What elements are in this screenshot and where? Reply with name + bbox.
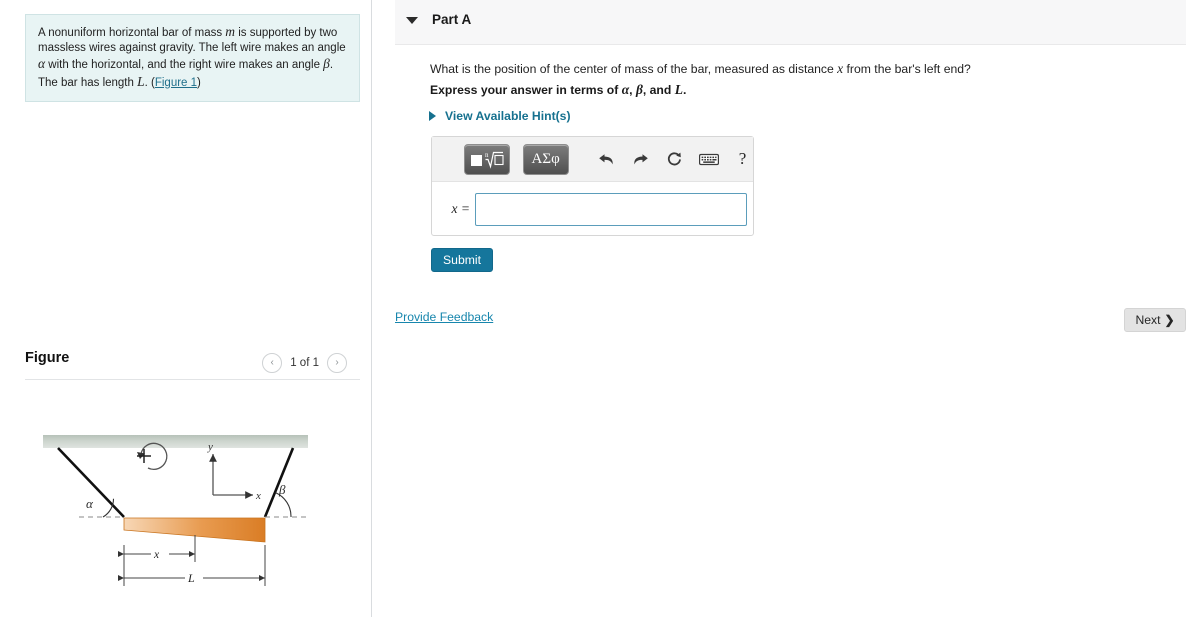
- page-root: A nonuniform horizontal bar of mass m is…: [0, 0, 1200, 617]
- greek-symbols-button[interactable]: ΑΣφ: [522, 143, 569, 175]
- symbol-m: m: [225, 24, 236, 39]
- express-answer-instruction: Express your answer in terms of α, β, an…: [430, 81, 1160, 99]
- part-title: Part A: [432, 12, 472, 27]
- problem-statement: A nonuniform horizontal bar of mass m is…: [25, 14, 360, 102]
- question-text-main: What is the position of the center of ma…: [430, 62, 838, 76]
- figure-header-divider: [25, 379, 360, 380]
- submit-button[interactable]: Submit: [431, 248, 493, 272]
- symbol-L: L: [137, 73, 145, 89]
- problem-text-6: ): [197, 76, 201, 89]
- redo-arrow-icon[interactable]: [630, 147, 651, 171]
- provide-feedback-link[interactable]: Provide Feedback: [395, 310, 493, 324]
- problem-text-1: A nonuniform horizontal bar of mass: [38, 27, 226, 39]
- figure-prev-button[interactable]: ‹: [262, 353, 283, 373]
- column-divider: [371, 0, 372, 617]
- left-column: A nonuniform horizontal bar of mass m is…: [0, 0, 371, 617]
- coordinate-axes: y x: [207, 441, 261, 502]
- figure-title: Figure: [25, 350, 70, 366]
- caret-down-icon[interactable]: [406, 17, 418, 24]
- nth-root-icon: n: [470, 151, 504, 169]
- part-a-header[interactable]: Part A: [395, 0, 1186, 45]
- ceiling-support: [43, 435, 308, 448]
- figure-panel-header: Figure ‹ 1 of 1 ›: [25, 350, 360, 380]
- bar-wires-diagram-svg: y x α β x L: [43, 435, 310, 586]
- svg-text:L: L: [187, 571, 195, 585]
- express-symbol-L: L: [674, 82, 683, 97]
- answer-toolbar: n ΑΣφ ?: [432, 137, 753, 182]
- question-text-tail: from the bar's left end?: [843, 62, 971, 76]
- answer-input[interactable]: [475, 192, 747, 226]
- chevron-right-icon: ❯: [1164, 313, 1175, 327]
- answer-entry-row: x =: [432, 182, 753, 236]
- answer-widget: n ΑΣφ ? x =: [431, 136, 754, 236]
- express-prefix: Express your answer in terms of: [430, 83, 622, 97]
- alpha-label: α: [86, 496, 94, 511]
- figure-diagram: y x α β x L: [25, 390, 360, 605]
- express-and: , and: [642, 83, 675, 97]
- reset-circular-arrow-icon[interactable]: [664, 147, 685, 171]
- help-icon[interactable]: ?: [732, 147, 753, 171]
- view-hints-toggle[interactable]: View Available Hint(s): [429, 109, 571, 123]
- next-button[interactable]: Next ❯: [1124, 308, 1186, 332]
- svg-text:x: x: [153, 549, 160, 561]
- keyboard-icon[interactable]: [698, 147, 719, 171]
- svg-text:n: n: [485, 151, 489, 159]
- math-template-button[interactable]: n: [464, 143, 510, 175]
- axis-x-label: x: [255, 490, 261, 502]
- question-text: What is the position of the center of ma…: [430, 60, 1160, 78]
- figure-pager-label: 1 of 1: [290, 357, 319, 369]
- dimension-x: x: [118, 535, 196, 562]
- express-symbol-beta: β: [635, 82, 643, 97]
- beta-label: β: [278, 482, 286, 497]
- problem-text-5: . (: [144, 76, 155, 89]
- symbol-beta: β: [323, 56, 330, 72]
- express-period: .: [682, 83, 687, 97]
- answer-prefix-label: x =: [451, 201, 470, 216]
- undo-arrow-icon[interactable]: [596, 147, 617, 171]
- figure-next-button[interactable]: ›: [327, 353, 347, 373]
- express-comma: ,: [629, 83, 636, 97]
- view-hints-label: View Available Hint(s): [445, 109, 571, 123]
- next-button-label: Next: [1135, 313, 1161, 327]
- problem-text-3: with the horizontal, and the right wire …: [45, 59, 324, 72]
- figure-pager: ‹ 1 of 1 ›: [262, 353, 347, 373]
- caret-right-icon[interactable]: [429, 111, 436, 121]
- figure-1-link[interactable]: Figure 1: [155, 77, 197, 89]
- axis-y-label: y: [207, 441, 213, 453]
